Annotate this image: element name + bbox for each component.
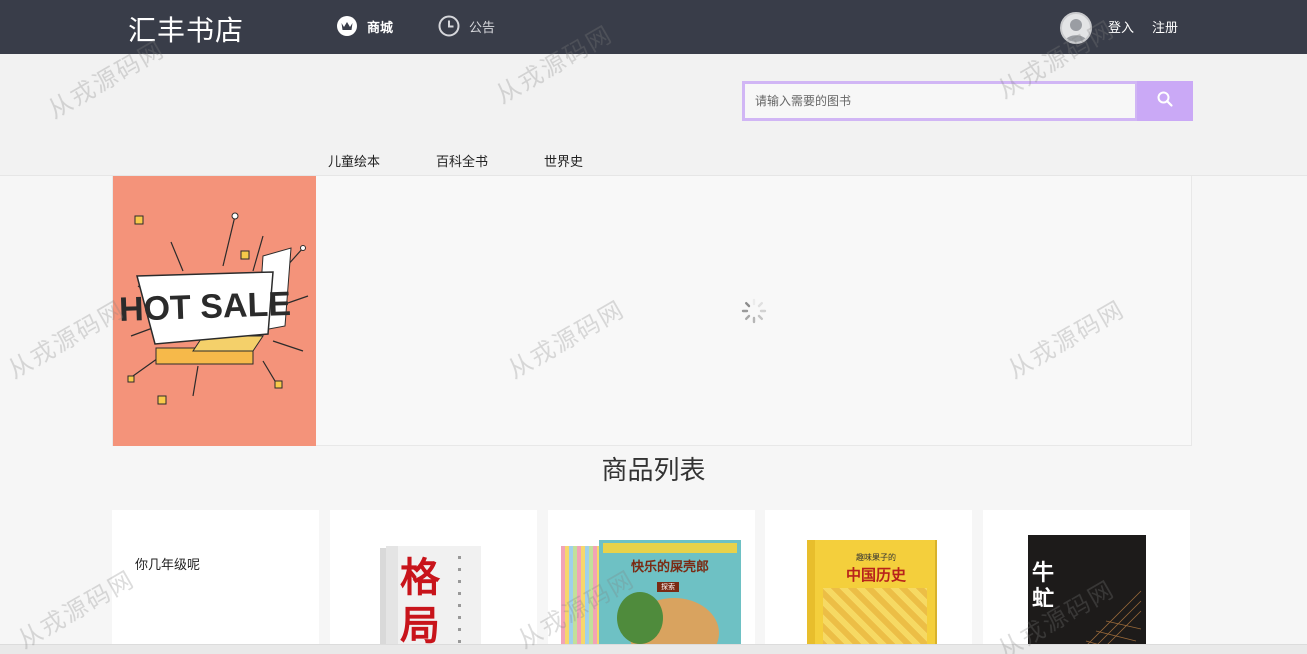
category-world-history[interactable]: 世界史 [544, 151, 583, 170]
horizontal-scrollbar[interactable] [0, 644, 1307, 654]
top-navbar: 汇丰书店 商城 公告 登入 注册 [0, 0, 1307, 54]
product-card[interactable]: 牛虻 [983, 510, 1190, 654]
site-logo[interactable]: 汇丰书店 [128, 9, 244, 49]
product-card-text: 你几年级呢 [135, 558, 201, 573]
hot-sale-text: HOT SALE [118, 285, 291, 329]
product-card[interactable]: 格局 [330, 510, 537, 654]
category-children-picture-books[interactable]: 儿童绘本 [328, 151, 380, 170]
watermark-text: 从戎源码网 [2, 295, 130, 385]
hot-sale-banner-image[interactable]: HOT SALE [113, 176, 316, 446]
section-title: 商品列表 [601, 456, 706, 486]
nav-mall[interactable]: 商城 [336, 14, 393, 38]
banner-carousel[interactable]: HOT SALE [112, 176, 1192, 446]
book-badge: 探索 [657, 582, 679, 592]
book-title: 格局 [400, 555, 440, 649]
book-title: 快乐的屎壳郎 [630, 560, 709, 575]
product-card[interactable]: 趣味果子的 中国历史 [765, 510, 972, 654]
nav-notice[interactable]: 公告 [438, 14, 495, 38]
search-header: 儿童绘本 百科全书 世界史 [0, 54, 1307, 176]
search-icon [1156, 90, 1174, 112]
nav-mall-label: 商城 [367, 20, 394, 36]
search-button[interactable] [1137, 81, 1193, 121]
product-card[interactable]: 快乐的屎壳郎 探索 [548, 510, 755, 654]
category-encyclopedia[interactable]: 百科全书 [436, 151, 488, 170]
clock-icon [438, 15, 460, 37]
book-title: 牛虻 [1032, 561, 1055, 612]
loading-spinner-icon [741, 298, 767, 324]
nav-notice-label: 公告 [469, 20, 496, 36]
avatar[interactable] [1060, 12, 1092, 44]
book-cover-image[interactable]: 趣味果子的 中国历史 [807, 540, 935, 654]
login-link[interactable]: 登入 [1108, 17, 1134, 36]
book-subtitle: 趣味果子的 [856, 553, 896, 562]
book-cover-image[interactable]: 格局 [386, 546, 481, 654]
book-title: 中国历史 [845, 566, 906, 584]
search-input[interactable] [742, 81, 1138, 121]
book-cover-image[interactable]: 快乐的屎壳郎 探索 [561, 540, 741, 654]
book-cover-image[interactable]: 牛虻 [1028, 535, 1146, 654]
product-card[interactable]: 你几年级呢 [112, 510, 319, 654]
crown-icon [336, 15, 358, 37]
register-link[interactable]: 注册 [1152, 17, 1178, 36]
